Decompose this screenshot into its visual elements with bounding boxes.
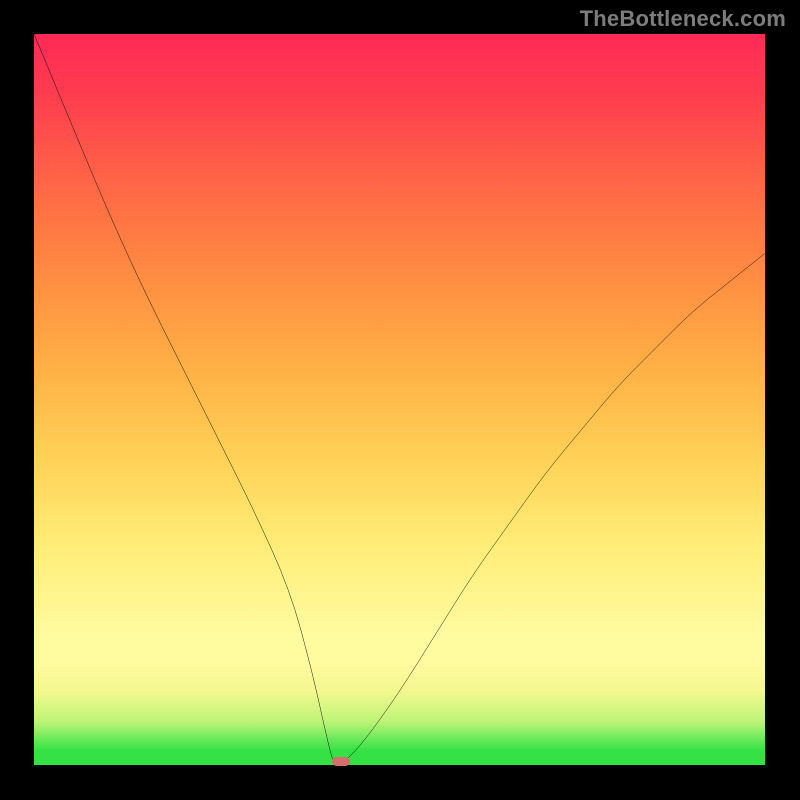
watermark-text: TheBottleneck.com xyxy=(580,6,786,32)
chart-frame: TheBottleneck.com xyxy=(0,0,800,800)
bottleneck-curve-path xyxy=(34,34,765,765)
plot-area xyxy=(34,34,765,765)
bottleneck-curve xyxy=(34,34,765,765)
minimum-marker xyxy=(332,757,350,766)
